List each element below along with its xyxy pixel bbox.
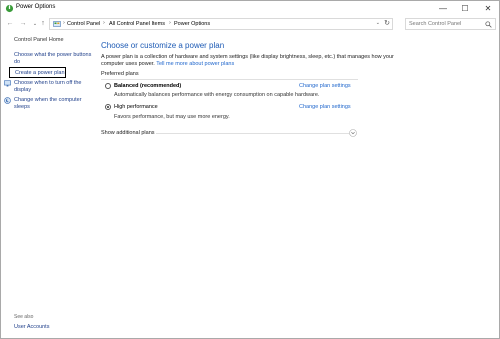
breadcrumb-separator: › <box>63 20 65 26</box>
high-performance-plan-name[interactable]: High performance <box>114 104 158 110</box>
high-performance-plan-radio[interactable] <box>105 104 111 110</box>
sidebar: Control Panel Home Choose what the power… <box>1 33 96 338</box>
high-performance-change-settings-link[interactable]: Change plan settings <box>299 104 351 110</box>
display-icon <box>4 80 11 87</box>
sidebar-item-turn-off-display[interactable]: Choose when to turn off the display <box>14 80 92 94</box>
refresh-icon[interactable]: ↻ <box>384 19 390 27</box>
page-title: Choose or customize a power plan <box>101 41 225 50</box>
breadcrumb-power-options[interactable]: Power Options <box>174 21 210 27</box>
section-divider <box>101 79 358 80</box>
up-button[interactable]: ↑ <box>38 18 48 30</box>
sleep-icon <box>4 97 11 104</box>
window-title: Power Options <box>16 4 56 10</box>
section-divider <box>156 133 349 134</box>
forward-button[interactable]: → <box>18 18 28 30</box>
preferred-plans-label: Preferred plans <box>101 71 139 77</box>
address-bar[interactable]: › Control Panel › All Control Panel Item… <box>49 18 393 30</box>
maximize-button[interactable]: ☐ <box>454 1 476 17</box>
navigation-bar: ← → ⌄ ↑ › Control Panel › All Control Pa… <box>1 17 499 33</box>
back-button[interactable]: ← <box>5 18 15 30</box>
power-options-icon <box>5 4 14 13</box>
minimize-button[interactable]: — <box>432 1 454 17</box>
sidebar-item-power-buttons[interactable]: Choose what the power buttons do <box>14 52 92 66</box>
chevron-down-icon[interactable] <box>349 129 357 137</box>
search-box[interactable]: Search Control Panel <box>405 18 496 30</box>
balanced-plan-description: Automatically balances performance with … <box>114 92 320 98</box>
breadcrumb-control-panel[interactable]: Control Panel <box>67 21 100 27</box>
search-placeholder: Search Control Panel <box>409 21 462 27</box>
address-dropdown-icon[interactable]: ⌄ <box>376 20 380 26</box>
balanced-plan-name[interactable]: Balanced (recommended) <box>114 83 181 89</box>
sidebar-item-computer-sleeps[interactable]: Change when the computer sleeps <box>14 97 92 111</box>
page-description: A power plan is a collection of hardware… <box>101 54 401 68</box>
description-text: A power plan is a collection of hardware… <box>101 54 394 67</box>
sidebar-item-create-power-plan[interactable]: Create a power plan <box>9 67 66 78</box>
see-also-user-accounts[interactable]: User Accounts <box>14 324 49 330</box>
balanced-plan-radio[interactable] <box>105 83 111 89</box>
see-also-label: See also <box>14 314 34 320</box>
breadcrumb-all-items[interactable]: All Control Panel Items <box>109 21 165 27</box>
balanced-change-settings-link[interactable]: Change plan settings <box>299 83 351 89</box>
breadcrumb-separator: › <box>103 20 105 26</box>
high-performance-plan-description: Favors performance, but may use more ene… <box>114 114 230 120</box>
tell-me-more-link[interactable]: Tell me more about power plans <box>156 61 234 67</box>
control-panel-icon <box>53 21 61 27</box>
search-icon <box>485 21 492 28</box>
breadcrumb-separator: › <box>169 20 171 26</box>
close-button[interactable]: ✕ <box>477 1 499 17</box>
show-additional-plans[interactable]: Show additional plans <box>101 130 155 136</box>
sidebar-item-control-panel-home[interactable]: Control Panel Home <box>14 37 92 44</box>
title-bar: Power Options — ☐ ✕ <box>1 1 499 17</box>
